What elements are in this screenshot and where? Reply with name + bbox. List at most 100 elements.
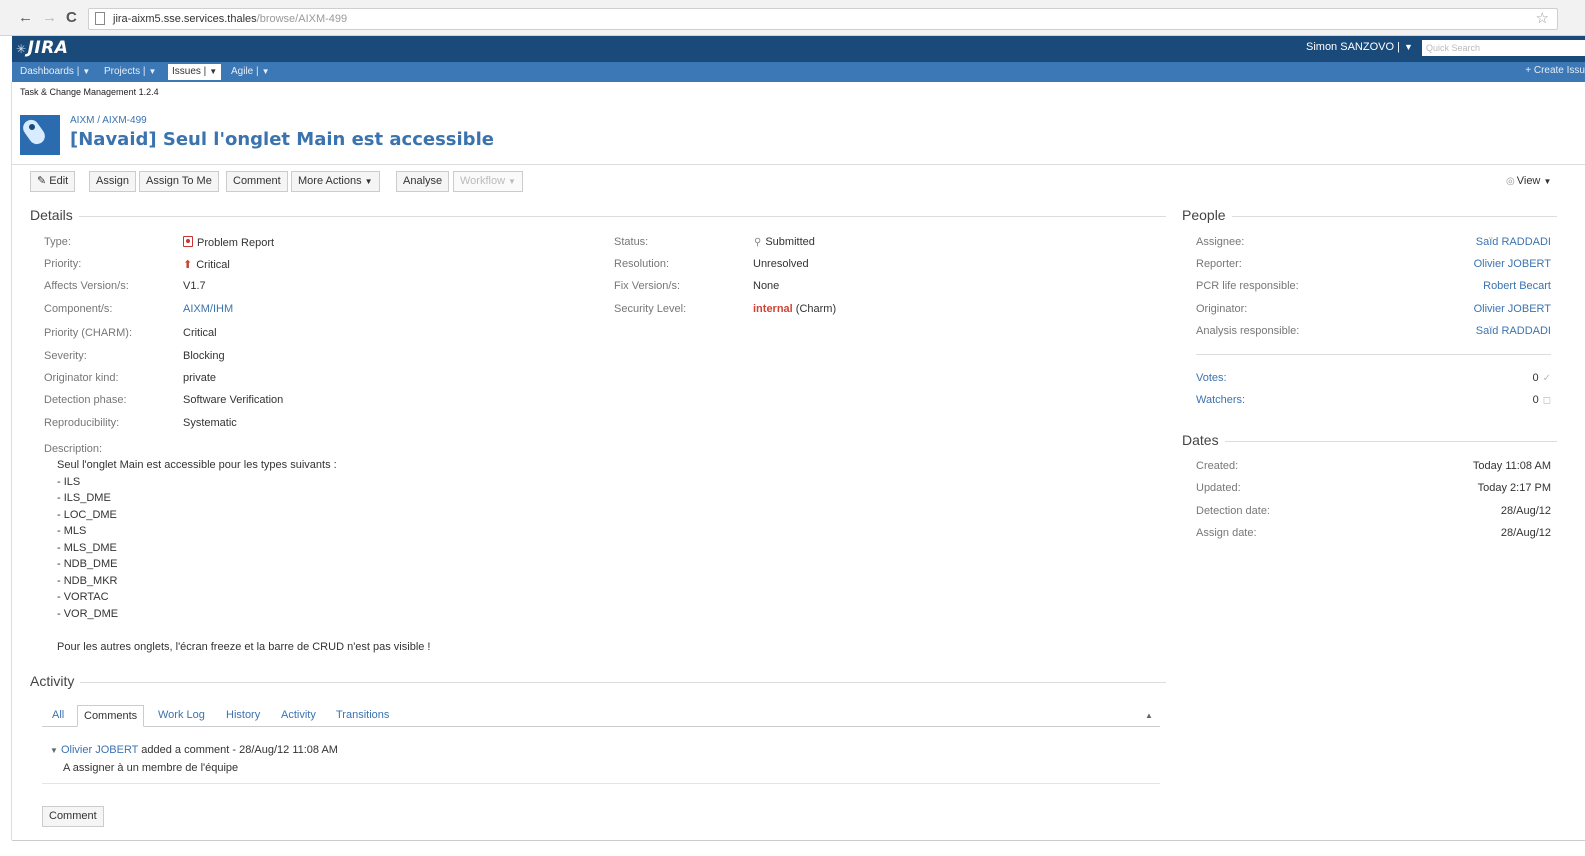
view-label: View [1516,175,1541,187]
chevron-down-icon: ▼ [1543,177,1552,186]
view-button[interactable]: ◎ View ▼ [1506,175,1551,187]
breadcrumb[interactable]: AIXM / AIXM-499 [70,115,147,126]
field-label-reporter: Reporter: [1196,258,1242,270]
comment-meta: added a comment - 28/Aug/12 11:08 AM [138,744,338,756]
field-value-assign-date: 28/Aug/12 [1500,527,1551,539]
description-line: - NDB_MKR [57,575,118,587]
analyse-button[interactable]: Analyse [396,171,450,192]
nav-dashboards[interactable]: Dashboards | ▼ [20,65,90,79]
reload-icon[interactable]: C [66,9,77,27]
field-value-created: Today 11:08 AM [1472,460,1551,472]
field-value-components[interactable]: AIXM/IHM [183,303,233,315]
field-value-pcr-responsible[interactable]: Robert Becart [1380,280,1551,292]
sort-order-icon[interactable]: ▲ [1145,711,1153,720]
add-comment-button[interactable]: Comment [42,806,104,827]
tab-comments[interactable]: Comments [77,705,145,727]
assign-button[interactable]: Assign [89,171,137,192]
logo-star-icon: ✳ [16,42,27,56]
field-label-resolution: Resolution: [614,258,670,270]
thumb-up-icon[interactable]: ✓ [1543,373,1551,384]
field-label-updated: Updated: [1196,482,1241,494]
nav-projects[interactable]: Projects | ▼ [104,65,156,79]
description-line: - VORTAC [57,591,109,603]
project-avatar[interactable] [20,115,60,155]
chevron-down-icon: ▼ [148,67,157,76]
status-text: Submitted [765,236,815,248]
field-label-fix-version: Fix Version/s: [614,280,681,292]
dates-heading[interactable]: Dates [1182,432,1225,448]
tab-work-log[interactable]: Work Log [154,705,209,727]
comment-toolbar-button[interactable]: Comment [226,171,288,192]
user-menu[interactable]: Simon SANZOVO | ▼ [1306,41,1413,53]
watchers-label[interactable]: Watchers: [1196,394,1245,406]
logo-text: JIRA [27,38,69,58]
more-actions-button[interactable]: More Actions ▼ [291,171,380,192]
quick-search-input[interactable]: Quick Search [1422,40,1585,56]
comment-author[interactable]: Olivier JOBERT [61,744,138,756]
edit-button[interactable]: ✎ Edit [30,171,76,192]
user-name: Simon SANZOVO [1306,41,1395,53]
field-label-security-level: Security Level: [614,303,687,315]
description-line: - VOR_DME [57,608,119,620]
field-value-analysis-responsible[interactable]: Saïd RADDADI [1380,325,1551,337]
tab-all[interactable]: All [48,705,68,727]
url-path: /browse/AIXM-499 [256,13,348,25]
tab-transitions[interactable]: Transitions [332,705,393,727]
field-value-assignee[interactable]: Saïd RADDADI [1380,236,1551,248]
chevron-down-icon: ▼ [261,67,270,76]
issue-title[interactable]: [Navaid] Seul l'onglet Main est accessib… [70,129,494,150]
watchers-value: 0 ◻ [1480,394,1551,406]
field-value-severity: Blocking [183,350,225,362]
field-label-type: Type: [44,236,71,248]
votes-label[interactable]: Votes: [1196,372,1227,384]
chevron-down-icon: ▼ [1403,42,1413,52]
priority-critical-icon: ⬆ [183,259,193,271]
project-name[interactable]: Task & Change Management 1.2.4 [20,87,159,97]
field-value-status: ⚲ Submitted [754,236,815,248]
tab-history[interactable]: History [222,705,264,727]
type-text: Problem Report [197,237,275,249]
field-label-assignee: Assignee: [1196,236,1245,248]
address-bar[interactable]: jira-aixm5.sse.services.thales/browse/AI… [88,8,1558,30]
comment-divider [42,783,1160,784]
nav-projects-label: Projects [104,66,141,77]
forward-arrow-icon[interactable]: → [42,9,57,27]
watch-icon[interactable]: ◻ [1543,395,1551,406]
problem-report-icon [183,236,193,247]
tab-activity[interactable]: Activity [277,705,320,727]
activity-heading[interactable]: Activity [30,673,81,689]
more-actions-label: More Actions [298,175,362,187]
nav-agile[interactable]: Agile | ▼ [231,65,270,79]
field-label-status: Status: [614,236,649,248]
comment-header: ▼ Olivier JOBERT added a comment - 28/Au… [50,744,338,756]
description-line: Pour les autres onglets, l'écran freeze … [57,641,431,653]
field-label-originator: Originator: [1196,303,1248,315]
edit-label: Edit [49,175,69,187]
jira-header: ✳JIRA Simon SANZOVO | ▼ Quick Search [12,36,1585,62]
field-value-affects-version[interactable]: V1.7 [183,280,206,292]
field-label-assign-date: Assign date: [1196,527,1257,539]
nav-issues[interactable]: Issues | ▼ [168,64,222,80]
description-line: Seul l'onglet Main est accessible pour l… [57,459,337,471]
people-rule [1182,216,1557,217]
create-issue-button[interactable]: + Create Issu [1525,65,1585,76]
collapse-triangle-icon[interactable]: ▼ [50,746,58,755]
people-heading[interactable]: People [1182,207,1232,223]
field-value-fix-version: None [753,280,780,292]
page-icon [95,12,105,25]
details-heading[interactable]: Details [30,207,79,223]
field-value-type: Problem Report [183,236,274,249]
field-value-resolution: Unresolved [753,258,809,270]
bookmark-star-icon[interactable]: ☆ [1536,9,1549,29]
back-arrow-icon[interactable]: ← [18,9,33,27]
field-label-priority-charm: Priority (CHARM): [44,327,132,339]
field-value-originator[interactable]: Olivier JOBERT [1380,303,1551,315]
jira-logo[interactable]: ✳JIRA [16,38,68,58]
votes-count: 0 [1532,372,1539,384]
avatar-shape [20,116,49,148]
workflow-button[interactable]: Workflow ▼ [453,171,523,192]
description-line: - NDB_DME [57,558,118,570]
description-line: - ILS [57,476,81,488]
field-value-reporter[interactable]: Olivier JOBERT [1380,258,1551,270]
assign-to-me-button[interactable]: Assign To Me [139,171,219,192]
